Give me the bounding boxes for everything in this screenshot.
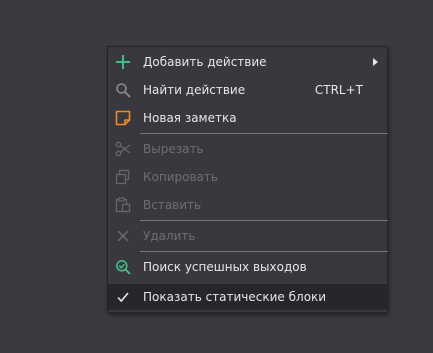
menu-item-label: Вставить: [143, 198, 202, 212]
menu-item-add-action[interactable]: Добавить действие: [108, 49, 387, 75]
menu-item-show-static-blocks[interactable]: Показать статические блоки: [108, 284, 387, 310]
menu-item-search-successful-outputs[interactable]: Поиск успешных выходов: [108, 254, 387, 280]
menu-separator: [140, 220, 388, 221]
menu-item-label: Добавить действие: [143, 55, 267, 69]
menu-item-label: Поиск успешных выходов: [143, 260, 307, 274]
shortcut-label: CTRL+T: [314, 83, 363, 97]
context-menu: Добавить действие Найти действие CTRL+T …: [107, 46, 388, 313]
search-success-icon: [114, 258, 132, 276]
search-icon: [114, 81, 132, 99]
submenu-arrow-icon: [373, 58, 378, 66]
menu-item-cut[interactable]: Вырезать: [108, 136, 387, 162]
note-icon: [114, 109, 132, 127]
menu-item-delete[interactable]: Удалить: [108, 223, 387, 249]
menu-item-new-note[interactable]: Новая заметка: [108, 105, 387, 131]
delete-icon: [114, 227, 132, 245]
menu-separator: [140, 251, 388, 252]
plus-icon: [114, 53, 132, 71]
menu-item-paste[interactable]: Вставить: [108, 192, 387, 218]
paste-icon: [114, 196, 132, 214]
menu-item-label: Удалить: [143, 229, 196, 243]
menu-item-copy[interactable]: Копировать: [108, 164, 387, 190]
menu-item-label: Копировать: [143, 170, 218, 184]
menu-item-label: Новая заметка: [143, 111, 237, 125]
menu-item-find-action[interactable]: Найти действие CTRL+T: [108, 77, 387, 103]
copy-icon: [114, 168, 132, 186]
scissors-icon: [114, 140, 132, 158]
menu-item-label: Вырезать: [143, 142, 204, 156]
menu-item-label: Найти действие: [143, 83, 246, 97]
menu-separator: [140, 133, 388, 134]
checkmark-icon: [114, 288, 132, 306]
menu-item-label: Показать статические блоки: [143, 290, 327, 304]
